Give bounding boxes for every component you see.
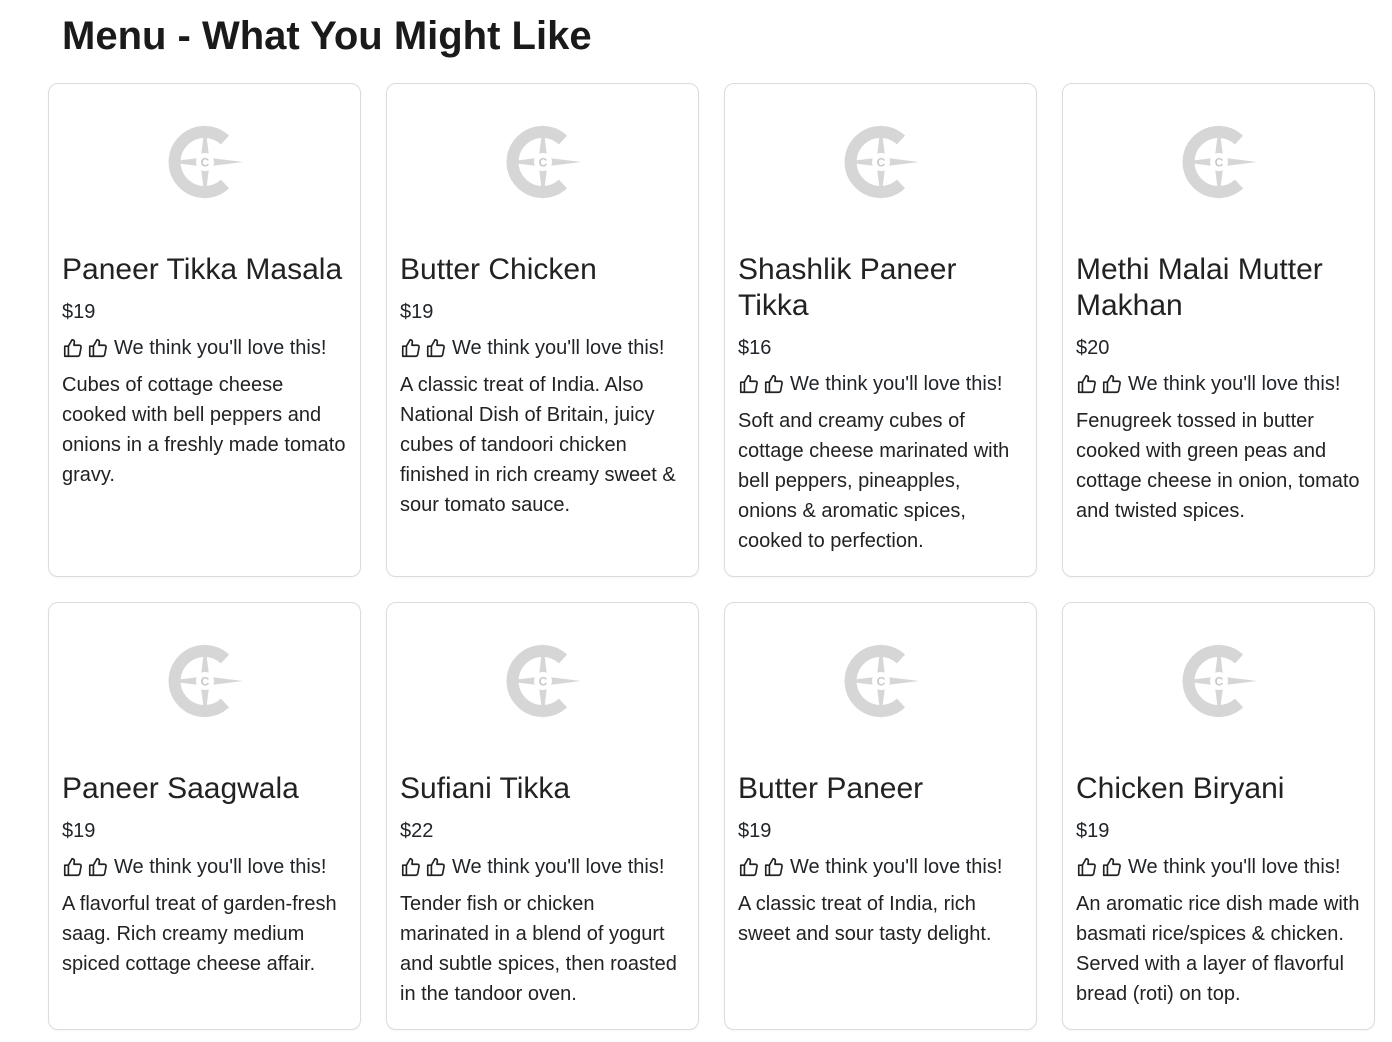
recommendation: We think you'll love this! — [62, 336, 347, 360]
recommendation-text: We think you'll love this! — [1128, 856, 1341, 878]
menu-card-7[interactable]: C Butter Paneer $19 We think you'll love… — [724, 602, 1037, 1030]
recommendation: We think you'll love this! — [400, 855, 685, 879]
dish-name: Paneer Tikka Masala — [62, 253, 343, 286]
dish-description: Tender fish or chicken marinated in a bl… — [400, 893, 677, 1005]
dish-description: Fenugreek tossed in butter cooked with g… — [1076, 410, 1360, 522]
thumbs-up-icon — [1076, 373, 1098, 395]
dish-description: A flavorful treat of garden-fresh saag. … — [62, 893, 337, 975]
recommendation-text: We think you'll love this! — [114, 856, 327, 878]
thumbs-up-icon — [400, 337, 422, 359]
dish-price: $19 — [738, 820, 772, 842]
menu-card-5[interactable]: C Paneer Saagwala $19 We think you'll lo… — [48, 602, 361, 1030]
dish-name: Chicken Biryani — [1076, 772, 1285, 805]
menu-card-6[interactable]: C Sufiani Tikka $22 We think you'll love… — [386, 602, 699, 1030]
svg-text:C: C — [200, 156, 209, 170]
menu-card-8[interactable]: C Chicken Biryani $19 We think you'll lo… — [1062, 602, 1375, 1030]
menu-card-2[interactable]: C Butter Chicken $19 We think you'll lov… — [386, 83, 699, 577]
recommendation: We think you'll love this! — [1076, 372, 1361, 396]
menu-card-4[interactable]: C Methi Malai Mutter Makhan $20 We think… — [1062, 83, 1375, 577]
compass-c-logo-icon: C — [841, 122, 921, 207]
svg-text:C: C — [876, 675, 885, 689]
menu-card-1[interactable]: C Paneer Tikka Masala $19 We think you'l… — [48, 83, 361, 577]
dish-image-placeholder: C — [1076, 84, 1361, 244]
menu-grid: C Paneer Tikka Masala $19 We think you'l… — [48, 83, 1375, 1030]
thumbs-up-icon — [62, 337, 84, 359]
dish-price: $19 — [62, 301, 96, 323]
recommendation-text: We think you'll love this! — [1128, 373, 1341, 395]
thumbs-up-icon — [738, 373, 760, 395]
svg-text:C: C — [538, 156, 547, 170]
dish-price: $19 — [62, 820, 96, 842]
dish-price: $20 — [1076, 337, 1110, 359]
dish-name: Butter Chicken — [400, 253, 597, 286]
dish-image-placeholder: C — [1076, 603, 1361, 763]
dish-description: A classic treat of India, rich sweet and… — [738, 893, 992, 945]
dish-description: An aromatic rice dish made with basmati … — [1076, 893, 1360, 1005]
recommendation: We think you'll love this! — [738, 372, 1023, 396]
svg-text:C: C — [538, 675, 547, 689]
thumbs-up-icon — [738, 856, 760, 878]
dish-image-placeholder: C — [62, 84, 347, 244]
recommendation-text: We think you'll love this! — [114, 337, 327, 359]
thumbs-up-icon — [87, 856, 109, 878]
thumbs-up-icon — [425, 856, 447, 878]
compass-c-logo-icon: C — [1179, 122, 1259, 207]
compass-c-logo-icon: C — [165, 641, 245, 726]
dish-image-placeholder: C — [62, 603, 347, 763]
page-title: Menu - What You Might Like — [62, 14, 592, 58]
recommendation-text: We think you'll love this! — [452, 856, 665, 878]
dish-name: Butter Paneer — [738, 772, 924, 805]
recommendation: We think you'll love this! — [400, 336, 685, 360]
recommendation-text: We think you'll love this! — [790, 856, 1003, 878]
dish-name: Methi Malai Mutter Makhan — [1076, 253, 1323, 322]
dish-description: Soft and creamy cubes of cottage cheese … — [738, 410, 1010, 552]
compass-c-logo-icon: C — [1179, 641, 1259, 726]
recommendation: We think you'll love this! — [1076, 855, 1361, 879]
svg-text:C: C — [200, 675, 209, 689]
recommendation-text: We think you'll love this! — [452, 337, 665, 359]
svg-text:C: C — [1214, 675, 1223, 689]
dish-price: $16 — [738, 337, 772, 359]
thumbs-up-icon — [763, 856, 785, 878]
recommendation: We think you'll love this! — [62, 855, 347, 879]
thumbs-up-icon — [62, 856, 84, 878]
compass-c-logo-icon: C — [841, 641, 921, 726]
dish-image-placeholder: C — [738, 84, 1023, 244]
thumbs-up-icon — [425, 337, 447, 359]
compass-c-logo-icon: C — [165, 122, 245, 207]
thumbs-up-icon — [1101, 373, 1123, 395]
menu-card-3[interactable]: C Shashlik Paneer Tikka $16 We think you… — [724, 83, 1037, 577]
dish-name: Shashlik Paneer Tikka — [738, 253, 957, 322]
dish-image-placeholder: C — [400, 84, 685, 244]
dish-description: A classic treat of India. Also National … — [400, 374, 676, 516]
dish-price: $19 — [1076, 820, 1110, 842]
dish-name: Paneer Saagwala — [62, 772, 299, 805]
thumbs-up-icon — [1101, 856, 1123, 878]
thumbs-up-icon — [1076, 856, 1098, 878]
recommendation: We think you'll love this! — [738, 855, 1023, 879]
compass-c-logo-icon: C — [503, 122, 583, 207]
thumbs-up-icon — [400, 856, 422, 878]
thumbs-up-icon — [87, 337, 109, 359]
dish-name: Sufiani Tikka — [400, 772, 571, 805]
dish-image-placeholder: C — [400, 603, 685, 763]
dish-image-placeholder: C — [738, 603, 1023, 763]
dish-price: $22 — [400, 820, 434, 842]
dish-price: $19 — [400, 301, 434, 323]
dish-description: Cubes of cottage cheese cooked with bell… — [62, 374, 346, 486]
recommendation-text: We think you'll love this! — [790, 373, 1003, 395]
thumbs-up-icon — [763, 373, 785, 395]
compass-c-logo-icon: C — [503, 641, 583, 726]
svg-text:C: C — [1214, 156, 1223, 170]
svg-text:C: C — [876, 156, 885, 170]
